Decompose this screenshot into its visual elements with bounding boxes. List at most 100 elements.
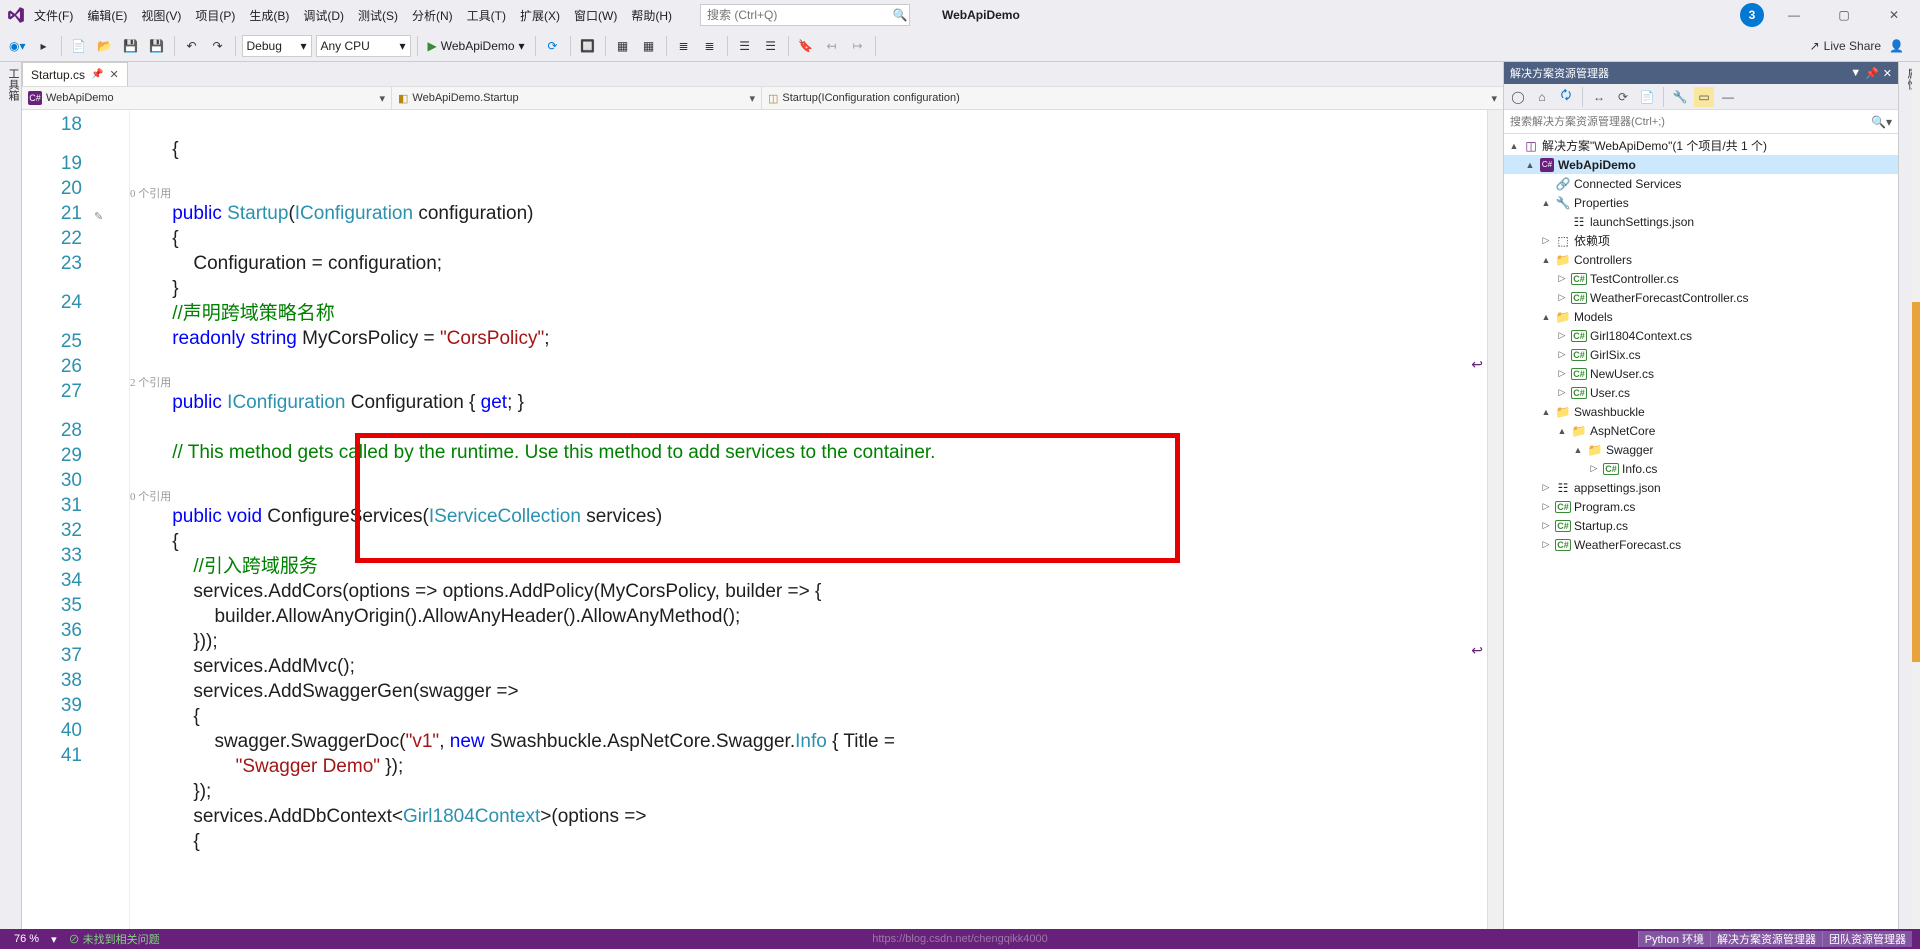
config-dropdown[interactable]: Debug▾ bbox=[242, 35, 312, 57]
refresh-button[interactable]: ⟳ bbox=[542, 35, 564, 57]
tree-item[interactable]: ▷C#WeatherForecast.cs bbox=[1504, 535, 1898, 554]
right-scrollbar-thumb[interactable] bbox=[1912, 302, 1920, 662]
bookmark-button[interactable]: 🔖 bbox=[795, 35, 817, 57]
tb-btn-6[interactable]: ☰ bbox=[760, 35, 782, 57]
panel-close-icon[interactable]: ✕ bbox=[1883, 67, 1892, 80]
sol-collapse-button[interactable]: ↔ bbox=[1589, 87, 1609, 107]
user-badge[interactable]: 3 bbox=[1740, 3, 1764, 27]
menu-edit[interactable]: 编辑(E) bbox=[81, 3, 133, 28]
sol-showall-button[interactable]: 📄 bbox=[1637, 87, 1657, 107]
vertical-scrollbar[interactable] bbox=[1487, 110, 1503, 929]
panel-pin-icon[interactable]: 📌 bbox=[1865, 67, 1879, 80]
sol-sync-button[interactable]: 🗘 bbox=[1556, 87, 1576, 107]
save-all-button[interactable]: 💾 bbox=[146, 35, 168, 57]
toolbox-tab[interactable]: 工具箱 bbox=[0, 62, 22, 929]
menu-tools[interactable]: 工具(T) bbox=[461, 3, 512, 28]
forward-nav-button[interactable]: ▸ bbox=[33, 35, 55, 57]
zoom-level[interactable]: 76 % bbox=[8, 933, 45, 945]
solution-search[interactable]: 🔍▾ bbox=[1504, 110, 1898, 134]
redo-button[interactable]: ↷ bbox=[207, 35, 229, 57]
status-solution-explorer[interactable]: 解决方案资源管理器 bbox=[1710, 931, 1822, 947]
tree-item[interactable]: ▲📁AspNetCore bbox=[1504, 421, 1898, 440]
sol-properties-button[interactable]: 🔧 bbox=[1670, 87, 1690, 107]
pin-icon[interactable]: 📌 bbox=[91, 69, 103, 80]
tree-item[interactable]: ▲🔧Properties bbox=[1504, 193, 1898, 212]
tree-item[interactable]: ▷C#WeatherForecastController.cs bbox=[1504, 288, 1898, 307]
tree-item[interactable]: ▷C#Program.cs bbox=[1504, 497, 1898, 516]
tree-item[interactable]: ▲📁Controllers bbox=[1504, 250, 1898, 269]
tree-item[interactable]: ▷C#Girl1804Context.cs bbox=[1504, 326, 1898, 345]
menu-help[interactable]: 帮助(H) bbox=[625, 3, 678, 28]
codelens-arrow-icon-2[interactable]: ↩ bbox=[1471, 638, 1483, 663]
fold-column[interactable] bbox=[112, 110, 130, 929]
right-scrollbar-track[interactable] bbox=[1912, 62, 1920, 929]
menu-file[interactable]: 文件(F) bbox=[28, 3, 79, 28]
code-editor[interactable]: 1819202122232425262728293031323334353637… bbox=[22, 110, 1503, 929]
tree-item[interactable]: ▲📁Swashbuckle bbox=[1504, 402, 1898, 421]
tree-item[interactable]: ▲C#WebApiDemo bbox=[1504, 155, 1898, 174]
solution-tree[interactable]: ▲◫ 解决方案"WebApiDemo"(1 个项目/共 1 个) ▲C#WebA… bbox=[1504, 134, 1898, 929]
status-team-explorer[interactable]: 团队资源管理器 bbox=[1822, 931, 1912, 947]
sol-home-button[interactable]: ⌂ bbox=[1532, 87, 1552, 107]
menu-analyze[interactable]: 分析(N) bbox=[406, 3, 459, 28]
tb-btn-1[interactable]: ▦ bbox=[612, 35, 634, 57]
open-button[interactable]: 📂 bbox=[94, 35, 116, 57]
solution-search-input[interactable] bbox=[1504, 116, 1865, 128]
quick-search-input[interactable] bbox=[701, 8, 891, 22]
run-button[interactable]: ▶ WebApiDemo▾ bbox=[424, 35, 529, 57]
search-icon[interactable]: 🔍 bbox=[891, 8, 909, 22]
nav-member[interactable]: ◫ Startup(IConfiguration configuration)▾ bbox=[762, 87, 1503, 109]
sol-view-button[interactable]: — bbox=[1718, 87, 1738, 107]
tb-btn-5[interactable]: ☰ bbox=[734, 35, 756, 57]
feedback-button[interactable]: 👤 bbox=[1889, 39, 1904, 53]
panel-dropdown-icon[interactable]: ▼ bbox=[1850, 67, 1861, 80]
tree-item[interactable]: ▲📁Swagger bbox=[1504, 440, 1898, 459]
sol-refresh-button[interactable]: ⟳ bbox=[1613, 87, 1633, 107]
menu-project[interactable]: 项目(P) bbox=[189, 3, 241, 28]
undo-button[interactable]: ↶ bbox=[181, 35, 203, 57]
menu-extensions[interactable]: 扩展(X) bbox=[514, 3, 566, 28]
close-button[interactable]: ✕ bbox=[1874, 1, 1914, 29]
tb-btn-3[interactable]: ≣ bbox=[673, 35, 695, 57]
tree-item[interactable]: ▷C#User.cs bbox=[1504, 383, 1898, 402]
minimize-button[interactable]: — bbox=[1774, 1, 1814, 29]
menu-build[interactable]: 生成(B) bbox=[243, 3, 295, 28]
tb-btn-8[interactable]: ↦ bbox=[847, 35, 869, 57]
solution-root[interactable]: ▲◫ 解决方案"WebApiDemo"(1 个项目/共 1 个) bbox=[1504, 136, 1898, 155]
tree-item[interactable]: 🔗Connected Services bbox=[1504, 174, 1898, 193]
platform-dropdown[interactable]: Any CPU▾ bbox=[316, 35, 411, 57]
maximize-button[interactable]: ▢ bbox=[1824, 1, 1864, 29]
tb-btn-7[interactable]: ↤ bbox=[821, 35, 843, 57]
tb-btn-2[interactable]: ▦ bbox=[638, 35, 660, 57]
menu-window[interactable]: 窗口(W) bbox=[568, 3, 623, 28]
code-content[interactable]: { 0 个引用 public Startup(IConfiguration co… bbox=[130, 110, 1487, 929]
tree-item[interactable]: ▷☷appsettings.json bbox=[1504, 478, 1898, 497]
tree-item[interactable]: ▲📁Models bbox=[1504, 307, 1898, 326]
tree-item[interactable]: ▷C#TestController.cs bbox=[1504, 269, 1898, 288]
menu-test[interactable]: 测试(S) bbox=[352, 3, 404, 28]
tree-item[interactable]: ☷launchSettings.json bbox=[1504, 212, 1898, 231]
menu-view[interactable]: 视图(V) bbox=[135, 3, 187, 28]
tree-item[interactable]: ▷C#Startup.cs bbox=[1504, 516, 1898, 535]
back-nav-button[interactable]: ◉▾ bbox=[6, 35, 29, 57]
tab-close-icon[interactable]: ✕ bbox=[109, 68, 118, 81]
sol-preview-button[interactable]: ▭ bbox=[1694, 87, 1714, 107]
sol-back-button[interactable]: ◯ bbox=[1508, 87, 1528, 107]
tb-btn-4[interactable]: ≣ bbox=[699, 35, 721, 57]
codelens-arrow-icon[interactable]: ↩ bbox=[1471, 352, 1483, 377]
tree-item[interactable]: ▷⬚依赖项 bbox=[1504, 231, 1898, 250]
status-python-env[interactable]: Python 环境 bbox=[1638, 931, 1710, 947]
save-button[interactable]: 💾 bbox=[120, 35, 142, 57]
new-button[interactable]: 📄 bbox=[68, 35, 90, 57]
tree-item[interactable]: ▷C#Info.cs bbox=[1504, 459, 1898, 478]
tree-item[interactable]: ▷C#GirlSix.cs bbox=[1504, 345, 1898, 364]
live-share-button[interactable]: ↗ Live Share bbox=[1810, 39, 1881, 53]
browser-button[interactable]: 🔲 bbox=[577, 35, 599, 57]
quick-search[interactable]: 🔍 bbox=[700, 4, 910, 26]
tree-item[interactable]: ▷C#NewUser.cs bbox=[1504, 364, 1898, 383]
no-issues[interactable]: ⊘ 未找到相关问题 bbox=[63, 931, 166, 947]
nav-project[interactable]: C# WebApiDemo▾ bbox=[22, 87, 392, 109]
search-icon[interactable]: 🔍▾ bbox=[1865, 115, 1898, 129]
nav-class[interactable]: ◧ WebApiDemo.Startup▾ bbox=[392, 87, 762, 109]
menu-debug[interactable]: 调试(D) bbox=[297, 3, 350, 28]
